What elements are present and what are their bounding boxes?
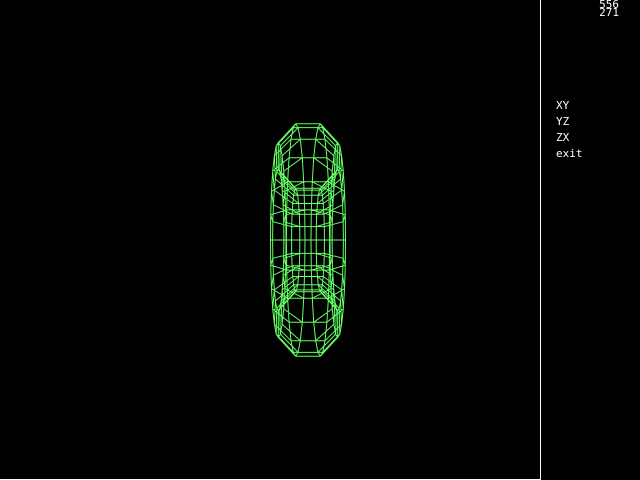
torus-wireframe (270, 123, 346, 357)
menu-item-exit[interactable]: exit (556, 146, 583, 162)
cursor-y-readout: 271 (599, 6, 619, 19)
torus-mesh-lines (270, 123, 346, 357)
view-menu: XY YZ ZX exit (556, 98, 583, 162)
side-panel: 556 271 XY YZ ZX exit (542, 0, 640, 480)
menu-item-xy[interactable]: XY (556, 98, 583, 114)
render-viewport[interactable] (0, 0, 541, 480)
menu-item-zx[interactable]: ZX (556, 130, 583, 146)
menu-item-yz[interactable]: YZ (556, 114, 583, 130)
